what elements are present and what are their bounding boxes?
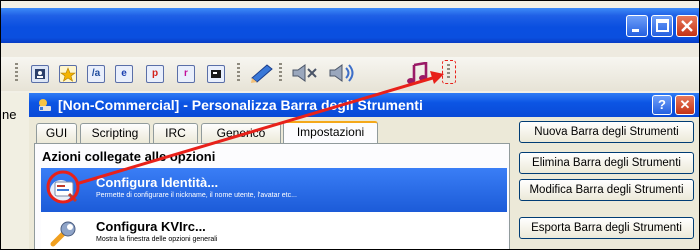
list-item-configura-identita[interactable]: Configura Identità... Permette di config… [41, 168, 507, 212]
minimize-button[interactable] [626, 15, 648, 37]
main-window-titlebar [1, 8, 699, 43]
action-description: Permette di configurare il nickname, il … [96, 192, 297, 199]
export-toolbar-button[interactable]: Esporta Barra degli Strumenti [519, 217, 694, 239]
maximize-button[interactable] [651, 15, 673, 37]
menu-strip [1, 43, 699, 58]
edit-toolbar-button[interactable]: Modifica Barra degli Strumenti [519, 179, 694, 201]
toolbar-grip[interactable] [15, 63, 18, 83]
minimize-icon [632, 29, 639, 32]
kvirc-app-icon [39, 99, 51, 111]
user-card-icon[interactable] [31, 65, 49, 83]
pen-icon[interactable] [249, 62, 275, 84]
list-item-configura-kvirc[interactable]: Configura KVIrc... Mostra la finestra de… [41, 212, 507, 249]
close-button[interactable] [676, 15, 698, 37]
action-title: Configura KVIrc... [96, 219, 206, 234]
p-icon[interactable]: p [146, 65, 164, 83]
main-toolbar: /a e p r [1, 57, 699, 91]
r-icon[interactable]: r [177, 65, 195, 83]
tab-generico[interactable]: Generico [201, 123, 281, 143]
maximize-icon [656, 19, 669, 32]
help-icon: ? [658, 97, 666, 112]
script-icon[interactable]: /a [87, 65, 105, 83]
new-toolbar-button[interactable]: Nuova Barra degli Strumenti [519, 121, 694, 143]
wrench-icon [50, 221, 76, 247]
tab-scripting[interactable]: Scripting [80, 123, 150, 143]
toolbar-grip[interactable] [237, 63, 240, 83]
speaker-mute-icon[interactable] [290, 62, 318, 84]
identity-icon [50, 180, 78, 203]
dialog-titlebar[interactable]: [Non-Commercial] - Personalizza Barra de… [29, 93, 699, 117]
highlighted-toolbar-grip[interactable] [442, 60, 456, 84]
tab-irc[interactable]: IRC [153, 123, 198, 143]
speaker-icon[interactable] [327, 62, 357, 84]
screenshot-frame: /a e p r ne [Non-Commercial] - Personali… [0, 0, 700, 250]
background-window: ne [1, 93, 29, 249]
help-button[interactable]: ? [652, 95, 672, 115]
terminal-icon[interactable] [207, 65, 225, 83]
close-icon [681, 20, 693, 32]
background-text: ne [2, 107, 17, 122]
dialog-title: [Non-Commercial] - Personalizza Barra de… [58, 97, 423, 113]
tab-impostazioni[interactable]: Impostazioni [283, 121, 378, 144]
tab-gui[interactable]: GUI [36, 123, 77, 143]
action-title: Configura Identità... [96, 175, 219, 190]
section-label: Azioni collegate alle opzioni [42, 149, 216, 164]
action-description: Mostra la finestra delle opzioni general… [96, 236, 218, 243]
toolbar-grip [447, 64, 450, 80]
delete-toolbar-button[interactable]: Elimina Barra degli Strumenti [519, 152, 694, 174]
dialog-close-button[interactable]: ✕ [675, 95, 695, 115]
e-icon[interactable]: e [115, 65, 133, 83]
music-note-icon[interactable] [405, 62, 431, 86]
close-icon: ✕ [679, 97, 691, 112]
toolbar-grip[interactable] [279, 63, 282, 83]
star-icon[interactable] [59, 65, 77, 83]
